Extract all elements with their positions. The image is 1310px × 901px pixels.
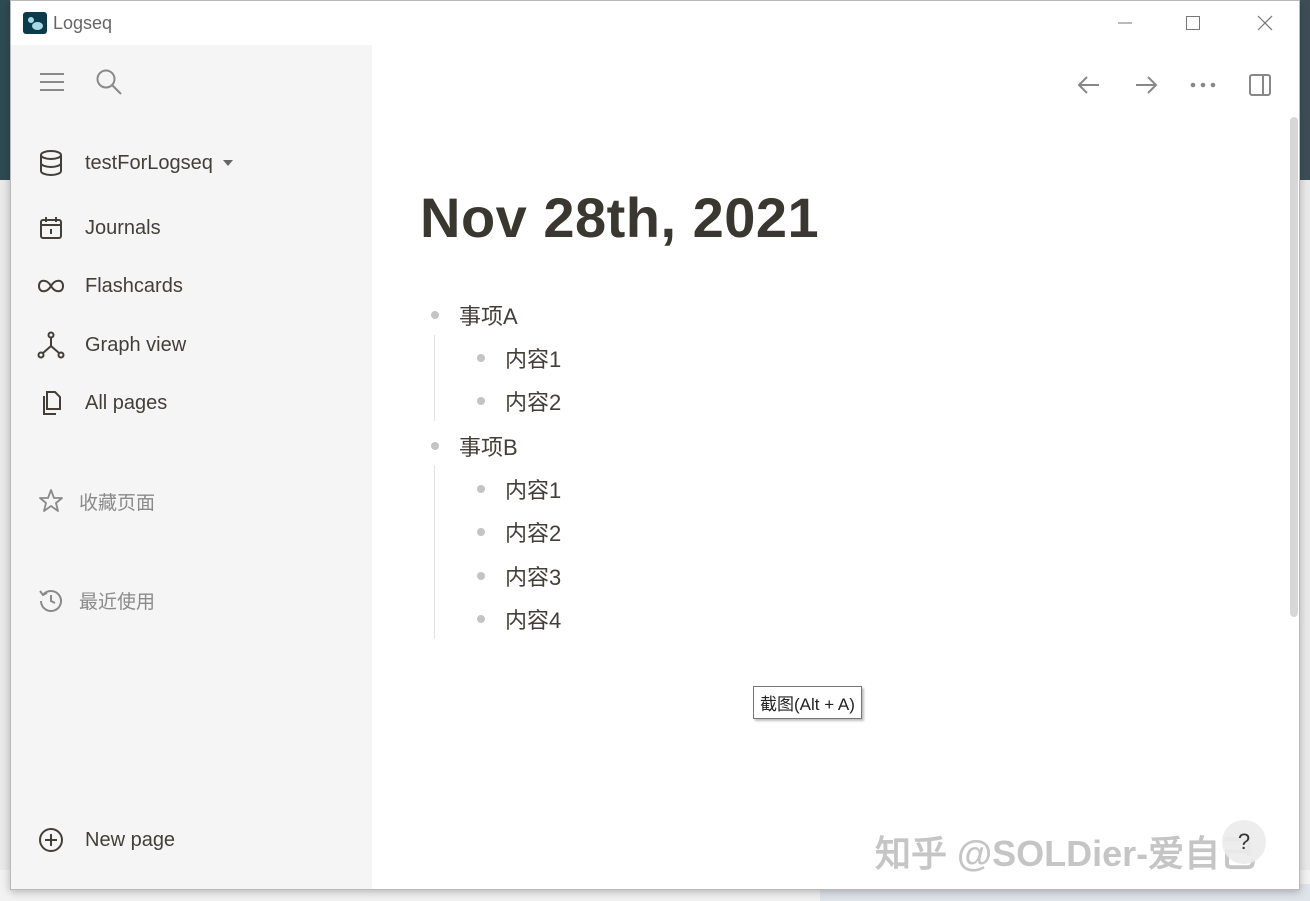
bullet-icon[interactable] [431, 442, 439, 450]
sidebar-item-label: Flashcards [85, 274, 183, 297]
block-text[interactable]: 内容3 [505, 560, 561, 592]
sidebar-item-label: Journals [85, 216, 161, 239]
block-item[interactable]: 事项A [431, 298, 518, 332]
menu-icon [40, 73, 64, 91]
recent-section[interactable]: 最近使用 [35, 580, 355, 620]
graph-selector[interactable]: testForLogseq [35, 143, 355, 183]
bullet-icon[interactable] [477, 485, 485, 493]
block-text[interactable]: 内容2 [505, 516, 561, 548]
main-content: Nov 28th, 2021 事项A 内容1 内容2 事项B 内容1 内容2 内… [372, 45, 1299, 889]
menu-button[interactable] [32, 62, 72, 102]
block-item[interactable]: 内容3 [477, 559, 561, 593]
sidebar-item-graph-view[interactable]: Graph view [35, 325, 355, 365]
window-title: Logseq [53, 13, 113, 33]
block-text[interactable]: 内容1 [505, 342, 561, 374]
block-item[interactable]: 内容1 [477, 472, 561, 506]
maximize-button[interactable] [1163, 1, 1223, 45]
forward-button[interactable] [1126, 65, 1166, 105]
indent-guide [434, 335, 435, 421]
sidebar-right-icon [1249, 74, 1271, 96]
more-horizontal-icon [1190, 82, 1216, 88]
indent-guide [434, 465, 435, 639]
bullet-icon[interactable] [477, 615, 485, 623]
screenshot-tooltip: 截图(Alt + A) [753, 686, 862, 719]
block-item[interactable]: 内容2 [477, 515, 561, 549]
infinity-icon [35, 270, 67, 302]
watermark: 知乎 @SOLDier-爱自己 [875, 833, 1257, 874]
arrow-right-icon [1136, 76, 1158, 94]
sidebar-item-all-pages[interactable]: All pages [35, 383, 355, 423]
new-page-label: New page [85, 828, 176, 851]
scrollbar[interactable] [1290, 117, 1298, 617]
graph-name: testForLogseq [85, 151, 213, 174]
star-icon [35, 485, 67, 517]
page-title[interactable]: Nov 28th, 2021 [420, 185, 819, 250]
arrow-left-icon [1077, 76, 1099, 94]
bullet-icon[interactable] [477, 572, 485, 580]
favorites-label: 收藏页面 [79, 492, 156, 514]
history-icon [35, 584, 67, 616]
app-window: Logseq testForLogseq Journals Flashcards… [10, 0, 1300, 890]
back-button[interactable] [1069, 65, 1109, 105]
maximize-icon [1186, 16, 1200, 30]
chevron-down-icon [222, 160, 233, 166]
recent-label: 最近使用 [79, 591, 156, 613]
block-item[interactable]: 内容2 [477, 384, 561, 418]
block-text[interactable]: 内容2 [505, 385, 561, 417]
help-button[interactable]: ? [1222, 820, 1266, 864]
block-item[interactable]: 内容1 [477, 341, 561, 375]
sidebar-item-label: Graph view [85, 333, 187, 356]
search-button[interactable] [89, 62, 129, 102]
left-sidebar: testForLogseq Journals Flashcards Graph … [11, 45, 372, 889]
block-item[interactable]: 事项B [431, 429, 518, 463]
sidebar-item-label: All pages [85, 391, 168, 414]
block-text[interactable]: 内容1 [505, 473, 561, 505]
bullet-icon[interactable] [477, 354, 485, 362]
sidebar-item-journals[interactable]: Journals [35, 208, 355, 248]
graph-icon [35, 329, 67, 361]
more-button[interactable] [1183, 65, 1223, 105]
plus-circle-icon [35, 824, 67, 856]
block-item[interactable]: 内容4 [477, 602, 561, 636]
close-icon [1257, 15, 1273, 31]
logseq-logo-icon [23, 12, 47, 34]
calendar-icon [35, 212, 67, 244]
bullet-icon[interactable] [431, 311, 439, 319]
block-text[interactable]: 内容4 [505, 603, 561, 635]
sidebar-item-flashcards[interactable]: Flashcards [35, 266, 355, 306]
new-page-button[interactable]: New page [35, 820, 355, 860]
minimize-icon [1118, 22, 1132, 24]
block-text[interactable]: 事项B [459, 430, 518, 462]
block-text[interactable]: 事项A [459, 299, 518, 331]
close-button[interactable] [1235, 1, 1295, 45]
minimize-button[interactable] [1095, 1, 1155, 45]
toggle-right-sidebar-button[interactable] [1240, 65, 1280, 105]
favorites-section[interactable]: 收藏页面 [35, 481, 355, 521]
database-icon [35, 147, 67, 179]
bullet-icon[interactable] [477, 528, 485, 536]
bullet-icon[interactable] [477, 397, 485, 405]
pages-icon [35, 387, 67, 419]
search-icon [96, 69, 122, 95]
title-bar: Logseq [11, 1, 1299, 45]
